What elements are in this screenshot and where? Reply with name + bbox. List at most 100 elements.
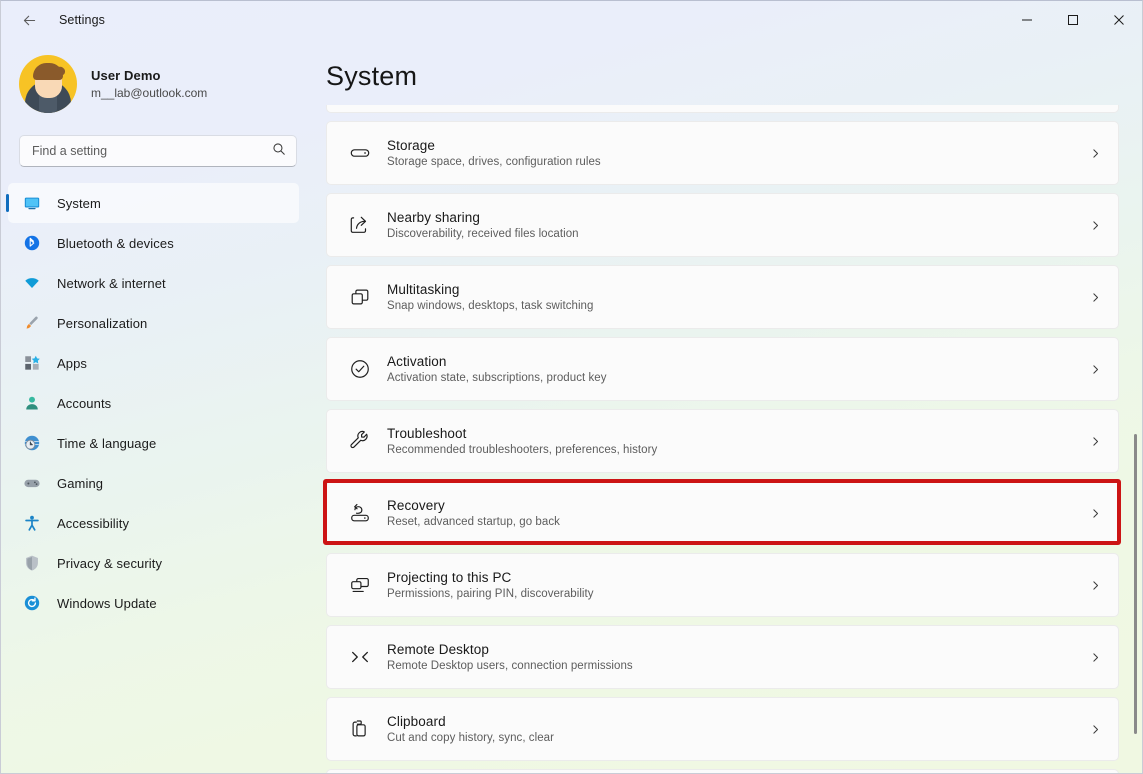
page-title: System	[326, 61, 1142, 92]
shield-icon	[23, 554, 41, 572]
account-name: User Demo	[91, 68, 207, 83]
sidebar-item-personalization[interactable]: Personalization	[8, 303, 299, 343]
project-screen-icon	[343, 574, 377, 596]
sidebar-item-label: Personalization	[57, 316, 147, 331]
card-subtitle: Snap windows, desktops, task switching	[387, 300, 1089, 312]
share-icon	[343, 214, 377, 236]
sidebar-item-network-internet[interactable]: Network & internet	[8, 263, 299, 303]
card-title: Activation	[387, 354, 1089, 369]
card-title: Multitasking	[387, 282, 1089, 297]
wrench-icon	[343, 430, 377, 452]
settings-card-list: StorageStorage space, drives, configurat…	[326, 105, 1119, 773]
wifi-icon	[23, 274, 41, 292]
chevron-right-icon	[1089, 435, 1102, 448]
monitor-icon	[23, 194, 41, 212]
update-refresh-icon	[23, 594, 41, 612]
card-title: Clipboard	[387, 714, 1089, 729]
minimize-icon	[1021, 14, 1033, 26]
chevron-right-icon	[1089, 291, 1102, 304]
check-circle-icon	[343, 358, 377, 380]
sidebar-item-label: Apps	[57, 356, 87, 371]
settings-card-remote-desktop[interactable]: Remote DesktopRemote Desktop users, conn…	[326, 625, 1119, 689]
maximize-icon	[1067, 14, 1079, 26]
sidebar-item-label: System	[57, 196, 101, 211]
apps-grid-icon	[23, 354, 41, 372]
maximize-button[interactable]	[1050, 1, 1096, 39]
sidebar: User Demo m__lab@outlook.com System Bluet…	[1, 39, 321, 773]
sidebar-item-privacy-security[interactable]: Privacy & security	[8, 543, 299, 583]
sidebar-item-accounts[interactable]: Accounts	[8, 383, 299, 423]
sidebar-item-gaming[interactable]: Gaming	[8, 463, 299, 503]
card-subtitle: Discoverability, received files location	[387, 228, 1089, 240]
card-clipped-bottom[interactable]	[326, 769, 1119, 773]
avatar	[19, 55, 77, 113]
card-subtitle: Activation state, subscriptions, product…	[387, 372, 1089, 384]
account-email: m__lab@outlook.com	[91, 86, 207, 100]
sidebar-item-label: Network & internet	[57, 276, 166, 291]
card-subtitle: Cut and copy history, sync, clear	[387, 732, 1089, 744]
card-title: Storage	[387, 138, 1089, 153]
settings-card-multitasking[interactable]: Multitasking Snap windows, desktops, task…	[326, 265, 1119, 329]
recovery-icon	[343, 502, 377, 524]
settings-card-storage[interactable]: StorageStorage space, drives, configurat…	[326, 121, 1119, 185]
close-button[interactable]	[1096, 1, 1142, 39]
sidebar-item-bluetooth-devices[interactable]: Bluetooth & devices	[8, 223, 299, 263]
main-content: System StorageStorage space, drives, con…	[321, 39, 1142, 773]
account-summary[interactable]: User Demo m__lab@outlook.com	[19, 55, 321, 113]
settings-card-troubleshoot[interactable]: TroubleshootRecommended troubleshooters,…	[326, 409, 1119, 473]
chevron-right-icon	[1089, 723, 1102, 736]
sidebar-item-accessibility[interactable]: Accessibility	[8, 503, 299, 543]
scrollbar-track[interactable]	[1134, 139, 1137, 767]
title-bar: Settings	[1, 1, 1142, 39]
scrollbar-thumb[interactable]	[1134, 434, 1137, 734]
card-clipped-top[interactable]	[326, 105, 1119, 113]
card-subtitle: Permissions, pairing PIN, discoverabilit…	[387, 588, 1089, 600]
settings-card-projecting-to-this-pc[interactable]: Projecting to this PC Permissions, pairin…	[326, 553, 1119, 617]
sidebar-item-label: Bluetooth & devices	[57, 236, 174, 251]
settings-card-recovery[interactable]: Recovery Reset, advanced startup, go back	[326, 481, 1119, 545]
sidebar-item-label: Accounts	[57, 396, 111, 411]
paintbrush-icon	[23, 314, 41, 332]
search-input[interactable]	[32, 144, 272, 158]
person-icon	[23, 394, 41, 412]
chevron-right-icon	[1089, 579, 1102, 592]
sidebar-item-label: Time & language	[57, 436, 156, 451]
card-title: Recovery	[387, 498, 1089, 513]
chevron-right-icon	[1089, 651, 1102, 664]
window-controls	[1004, 1, 1142, 39]
bluetooth-icon	[23, 234, 41, 252]
chevron-right-icon	[1089, 147, 1102, 160]
card-title: Troubleshoot	[387, 426, 1089, 441]
search-icon	[272, 142, 286, 161]
gamepad-icon	[23, 474, 41, 492]
card-title: Remote Desktop	[387, 642, 1089, 657]
accessibility-icon	[23, 514, 41, 532]
sidebar-item-label: Privacy & security	[57, 556, 162, 571]
sidebar-nav: System Bluetooth & devices Network & inter…	[1, 183, 321, 623]
remote-desktop-icon	[343, 646, 377, 668]
sidebar-item-system[interactable]: System	[8, 183, 299, 223]
settings-card-activation[interactable]: Activation Activation state, subscription…	[326, 337, 1119, 401]
sidebar-item-windows-update[interactable]: Windows Update	[8, 583, 299, 623]
settings-card-nearby-sharing[interactable]: Nearby sharing Discoverability, received …	[326, 193, 1119, 257]
chevron-right-icon	[1089, 363, 1102, 376]
window-title: Settings	[59, 13, 105, 27]
windows-stack-icon	[343, 286, 377, 308]
card-title: Projecting to this PC	[387, 570, 1089, 585]
card-subtitle: Reset, advanced startup, go back	[387, 516, 1089, 528]
settings-card-clipboard[interactable]: Clipboard Cut and copy history, sync, cle…	[326, 697, 1119, 761]
chevron-right-icon	[1089, 219, 1102, 232]
close-icon	[1113, 14, 1125, 26]
back-button[interactable]	[13, 4, 45, 36]
chevron-right-icon	[1089, 507, 1102, 520]
sidebar-item-label: Accessibility	[57, 516, 129, 531]
minimize-button[interactable]	[1004, 1, 1050, 39]
card-title: Nearby sharing	[387, 210, 1089, 225]
storage-drive-icon	[343, 142, 377, 164]
clock-globe-icon	[23, 434, 41, 452]
sidebar-item-time-language[interactable]: Time & language	[8, 423, 299, 463]
search-box[interactable]	[19, 135, 297, 167]
sidebar-item-apps[interactable]: Apps	[8, 343, 299, 383]
back-arrow-icon	[21, 12, 38, 29]
sidebar-item-label: Gaming	[57, 476, 103, 491]
